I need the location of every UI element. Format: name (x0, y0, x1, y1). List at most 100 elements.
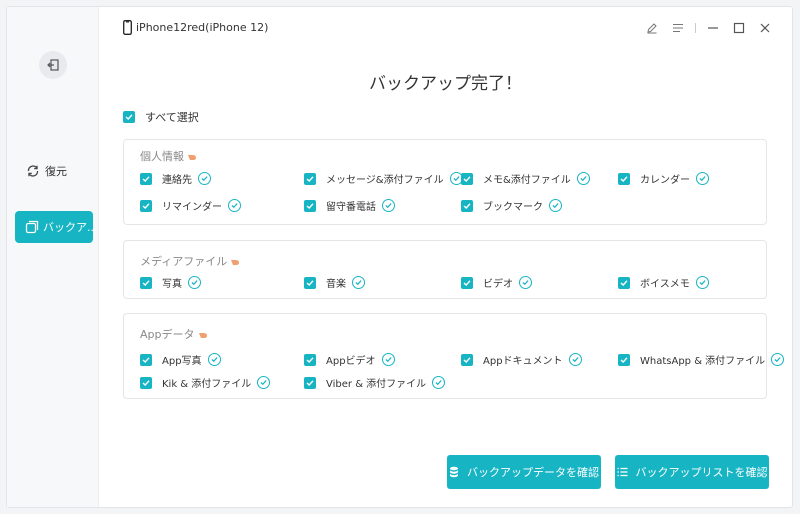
success-check-icon (382, 199, 395, 212)
item-label: メッセージ&添付ファイル (326, 175, 444, 186)
item-label: App写真 (162, 356, 202, 367)
feedback-button[interactable] (639, 19, 665, 37)
backup-icon (25, 219, 39, 235)
checkbox-checked[interactable] (123, 111, 135, 123)
success-check-icon (257, 376, 271, 389)
item-whatsapp[interactable]: WhatsApp & 添付ファイル (618, 352, 785, 367)
group-title: 個人情報 (140, 148, 197, 164)
item-notes[interactable]: メモ&添付ファイル (461, 171, 590, 186)
item-photos[interactable]: 写真 (140, 275, 201, 290)
success-check-icon (695, 276, 709, 289)
success-check-icon (198, 172, 211, 185)
sidebar-item-label: バックア... (43, 221, 98, 234)
sidebar: 復元 バックア... (7, 7, 99, 507)
success-check-icon (228, 199, 241, 212)
close-icon (760, 23, 770, 33)
checkbox-checked[interactable] (304, 353, 316, 366)
phone-icon (123, 19, 132, 35)
item-voice-memos[interactable]: ボイスメモ (618, 275, 709, 290)
sidebar-item-backup[interactable]: バックア... (15, 211, 98, 243)
back-button[interactable] (39, 51, 67, 79)
restore-icon (25, 163, 41, 179)
select-all-checkbox[interactable]: すべて選択 (123, 109, 199, 125)
group-title: Appデータ (140, 326, 208, 342)
item-app-photos[interactable]: App写真 (140, 352, 221, 367)
item-label: Appドキュメント (483, 356, 563, 367)
checkbox-checked[interactable] (461, 172, 473, 185)
checkbox-checked[interactable] (461, 199, 473, 212)
success-check-icon (568, 353, 582, 366)
checkbox-checked[interactable] (304, 172, 316, 185)
menu-button[interactable] (665, 19, 691, 37)
group-app-data: Appデータ App写真 Appビデオ Appドキュメント WhatsApp & (123, 313, 785, 399)
checkbox-checked[interactable] (304, 376, 316, 389)
sidebar-item-restore[interactable]: 復元 (15, 155, 93, 187)
checkbox-checked[interactable] (461, 353, 473, 366)
checkbox-checked[interactable] (140, 199, 152, 212)
view-backup-list-button[interactable]: バックアップリストを確認 (615, 455, 769, 489)
checkbox-checked[interactable] (618, 353, 630, 366)
device-selector[interactable]: iPhone12red(iPhone 12) (123, 19, 269, 35)
checkbox-checked[interactable] (140, 376, 152, 389)
success-check-icon (207, 353, 221, 366)
checkbox-checked[interactable] (461, 276, 473, 289)
checkbox-checked[interactable] (140, 353, 152, 366)
exit-icon (47, 59, 59, 71)
item-viber[interactable]: Viber & 添付ファイル (304, 375, 446, 390)
checkbox-checked[interactable] (140, 276, 152, 289)
group-title-label: 個人情報 (140, 150, 184, 163)
item-reminders[interactable]: リマインダー (140, 198, 241, 213)
item-label: 音楽 (326, 279, 346, 290)
success-check-icon (432, 376, 446, 389)
checkbox-checked[interactable] (618, 172, 630, 185)
item-label: WhatsApp & 添付ファイル (640, 356, 766, 367)
edit-icon (647, 23, 657, 34)
button-label: バックアップリストを確認 (635, 466, 768, 479)
close-button[interactable] (752, 19, 778, 37)
item-label: 写真 (162, 279, 182, 290)
maximize-button[interactable] (726, 19, 752, 37)
success-check-icon (519, 276, 532, 289)
item-voicemail[interactable]: 留守番電話 (304, 198, 395, 213)
device-name: iPhone12red(iPhone 12) (136, 20, 269, 34)
item-kik[interactable]: Kik & 添付ファイル (140, 375, 271, 390)
window-controls (639, 19, 778, 37)
hand-icon (231, 259, 240, 265)
minimize-icon (708, 27, 718, 29)
item-calendar[interactable]: カレンダー (618, 171, 709, 186)
title-bar: iPhone12red(iPhone 12) (99, 7, 792, 47)
checkbox-checked[interactable] (618, 276, 630, 289)
item-bookmarks[interactable]: ブックマーク (461, 198, 562, 213)
menu-icon (673, 23, 683, 33)
success-check-icon (381, 353, 395, 366)
item-music[interactable]: 音楽 (304, 275, 365, 290)
list-icon (617, 467, 628, 477)
item-videos[interactable]: ビデオ (461, 275, 532, 290)
group-title-label: メディアファイル (140, 255, 228, 268)
checkbox-checked[interactable] (304, 276, 316, 289)
item-label: ブックマーク (483, 202, 543, 213)
view-backup-data-button[interactable]: バックアップデータを確認 (447, 455, 601, 489)
success-check-icon (696, 172, 709, 185)
item-label: メモ&添付ファイル (483, 175, 571, 186)
item-label: ビデオ (483, 279, 513, 290)
item-label: ボイスメモ (640, 279, 690, 290)
sidebar-item-label: 復元 (45, 165, 67, 178)
page-title: バックアップ完了！ (369, 74, 522, 94)
item-app-videos[interactable]: Appビデオ (304, 352, 395, 367)
minimize-button[interactable] (700, 19, 726, 37)
item-label: 連絡先 (162, 175, 192, 186)
success-check-icon (576, 172, 590, 185)
item-label: Kik & 添付ファイル (162, 379, 252, 390)
item-messages[interactable]: メッセージ&添付ファイル (304, 171, 463, 186)
hand-icon (188, 154, 196, 160)
database-icon (449, 466, 459, 478)
checkbox-checked[interactable] (304, 199, 316, 212)
select-all-label: すべて選択 (145, 111, 199, 124)
group-personal-info: 個人情報 連絡先 メッセージ&添付ファイル メモ&添付ファイル カレンダー リマ… (123, 139, 767, 225)
item-label: Viber & 添付ファイル (326, 379, 427, 390)
item-contacts[interactable]: 連絡先 (140, 171, 211, 186)
item-app-documents[interactable]: Appドキュメント (461, 352, 582, 367)
checkbox-checked[interactable] (140, 172, 152, 185)
maximize-icon (733, 22, 745, 34)
